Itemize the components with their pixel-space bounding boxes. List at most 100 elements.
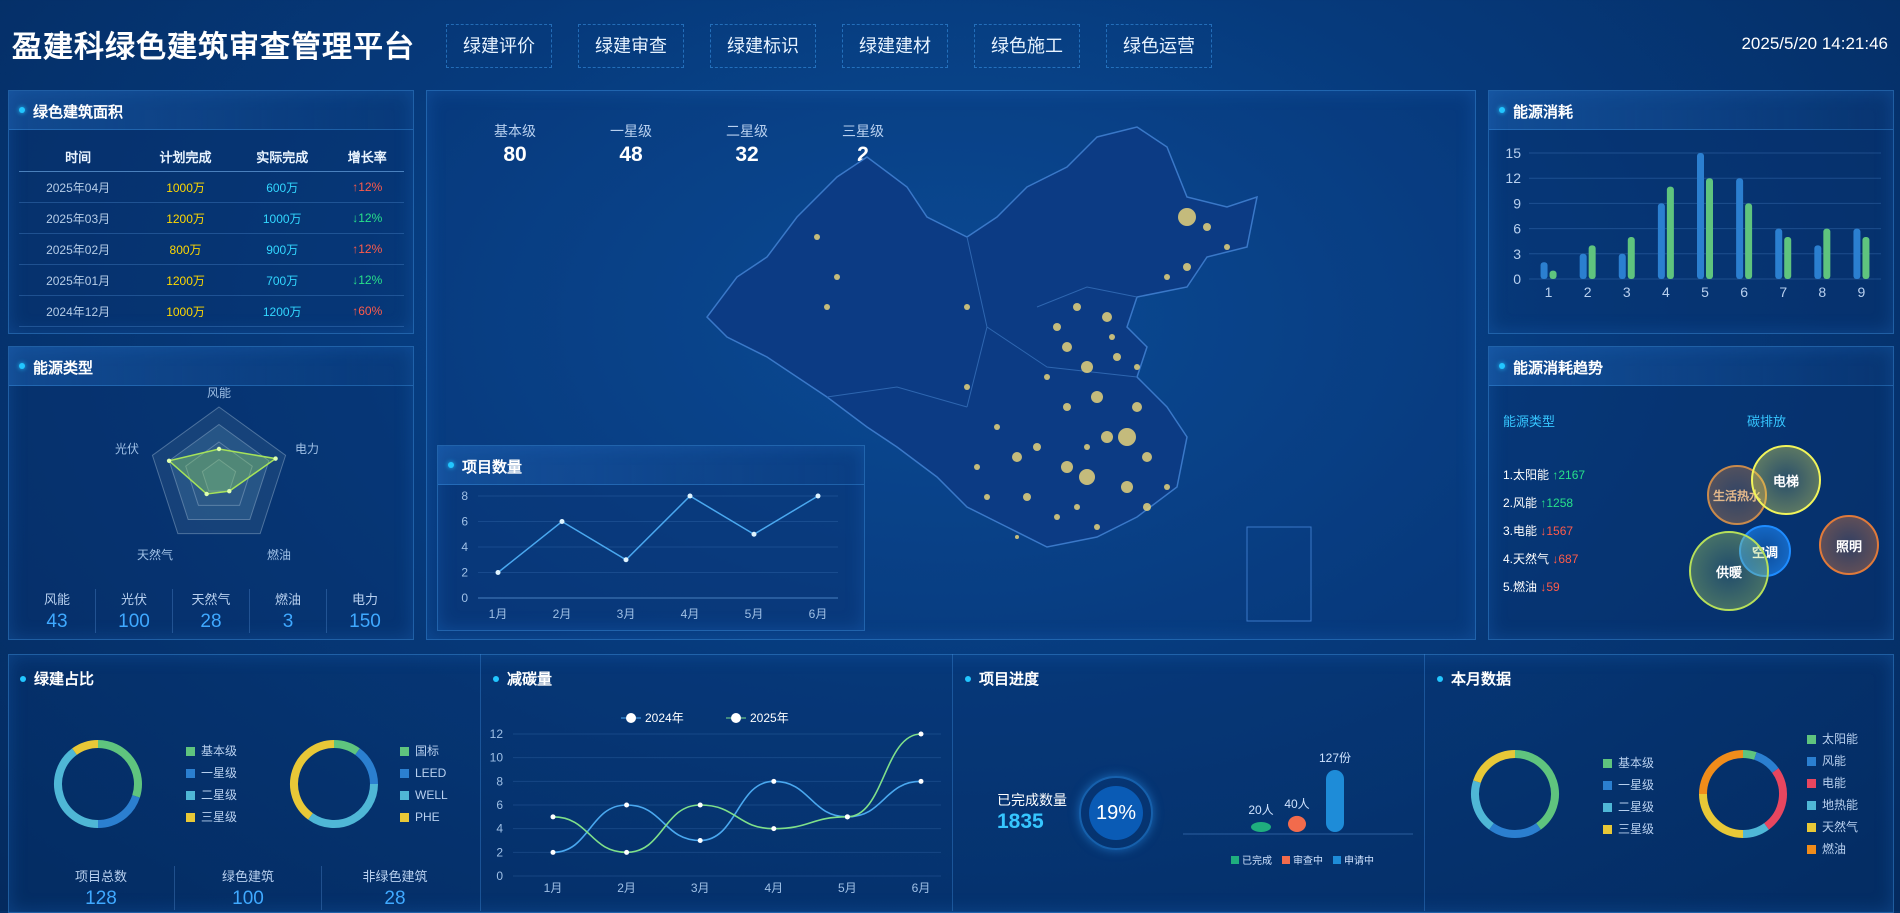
bubble-heating[interactable]: 供暖: [1689, 531, 1769, 611]
legend-swatch: [1807, 823, 1816, 832]
map-marker: [1203, 223, 1211, 231]
data-point: [918, 731, 924, 737]
radar-axis-label: 电力: [295, 442, 319, 456]
map-marker: [1113, 353, 1121, 361]
energy-stats: 风能 43 光伏 100 天然气 28 燃油 3 电力 150: [19, 589, 403, 633]
radar-chart: 风能 电力 燃油 天然气 光伏: [115, 387, 319, 562]
donut-slice: [1742, 750, 1757, 760]
y-tick-label: 3: [1513, 246, 1521, 262]
panel-title: 项目数量: [462, 459, 523, 476]
bar: [1579, 253, 1587, 279]
legend: 基本级 一星级 二星级 三星级: [186, 740, 237, 828]
nav-tab-3[interactable]: 绿建建材: [842, 24, 948, 68]
stat-item: 光伏 100: [95, 589, 172, 633]
legend-swatch: [1603, 781, 1612, 790]
stat-value: 28: [200, 611, 222, 632]
legend-item: WELL: [400, 784, 448, 806]
map-marker: [1074, 504, 1080, 510]
bubble-elevator[interactable]: 电梯: [1751, 445, 1821, 515]
data-point: [495, 570, 501, 575]
cell-plan: 800万: [137, 233, 234, 265]
map-marker: [1012, 452, 1022, 462]
datetime: 2025/5/20 14:21:46: [1741, 34, 1888, 53]
stat-value: 28: [384, 888, 406, 909]
map-marker: [1183, 263, 1191, 271]
nav-tab-4[interactable]: 绿色施工: [974, 24, 1080, 68]
radar-axis-label: 天然气: [137, 547, 173, 562]
map-marker: [1164, 274, 1170, 280]
y-tick-label: 12: [490, 727, 504, 741]
radar-point: [273, 456, 278, 461]
legend-swatch: [400, 747, 409, 756]
map-marker: [1132, 402, 1142, 412]
map-marker: [1033, 443, 1041, 451]
x-tick-label: 5月: [745, 607, 764, 621]
table-row: 2025年04月 1000万 600万 ↑12%: [19, 171, 404, 203]
stat-item: 风能 43: [19, 589, 95, 633]
table-row: 2025年01月 1200万 700万 ↓12%: [19, 264, 404, 296]
map-marker: [834, 274, 840, 280]
progress-label: 20人: [1248, 803, 1273, 817]
bubble-lighting[interactable]: 照明: [1819, 515, 1879, 575]
legend-swatch: [1603, 825, 1612, 834]
table-row: 2025年02月 800万 900万 ↑12%: [19, 233, 404, 265]
nav-tab-1[interactable]: 绿建审查: [578, 24, 684, 68]
south-sea-inset: [1246, 526, 1312, 622]
map-marker: [1118, 428, 1136, 446]
donut-slice: [72, 740, 99, 756]
legend-item: 二星级: [1603, 796, 1654, 818]
table-header: 增长率: [330, 141, 404, 172]
progress-bar: [1251, 822, 1271, 832]
x-tick-label: 1: [1545, 284, 1553, 300]
y-tick-label: 6: [496, 798, 503, 812]
map-marker: [1023, 493, 1031, 501]
map-marker: [1091, 391, 1103, 403]
bar: [1775, 228, 1783, 279]
nav-tab-0[interactable]: 绿建评价: [446, 24, 552, 68]
y-tick-label: 0: [1513, 271, 1521, 287]
legend-item: 基本级: [1603, 752, 1654, 774]
bar: [1618, 253, 1626, 279]
bar: [1862, 237, 1870, 279]
x-tick-label: 4: [1662, 284, 1670, 300]
progress-bar: [1288, 815, 1306, 832]
legend-item: 天然气: [1807, 816, 1858, 838]
done-value: 1835: [997, 810, 1044, 833]
y-tick-label: 0: [461, 591, 468, 605]
map-marker: [1054, 514, 1060, 520]
legend-label: 2025年: [750, 711, 789, 725]
bar: [1588, 245, 1596, 279]
level-item: 基本级 80: [457, 121, 573, 167]
donut-slice: [97, 794, 140, 828]
x-tick-label: 6月: [809, 607, 828, 621]
map-marker: [1044, 374, 1050, 380]
map-marker: [1073, 303, 1081, 311]
bar: [1706, 178, 1713, 279]
legend-swatch: [1807, 757, 1816, 766]
map-marker: [1063, 403, 1071, 411]
title-dot-icon: [1437, 676, 1443, 682]
bar: [1853, 228, 1861, 279]
bar: [1540, 262, 1548, 279]
y-tick-label: 8: [461, 489, 468, 503]
nav-tab-2[interactable]: 绿建标识: [710, 24, 816, 68]
stat-item: 电力 150: [326, 589, 403, 633]
list-item: 3.电能 ↓1567: [1503, 524, 1574, 538]
y-tick-label: 4: [461, 540, 468, 554]
radar-point: [227, 488, 232, 494]
nav-tab-5[interactable]: 绿色运营: [1106, 24, 1212, 68]
stat-item: 天然气 28: [172, 589, 249, 633]
map-marker: [1094, 524, 1100, 530]
panel-title: 项目进度: [979, 671, 1040, 688]
cell-plan: 1200万: [137, 202, 234, 234]
cell-plan: 1000万: [137, 171, 234, 203]
data-point: [550, 849, 556, 855]
legend-swatch: [400, 769, 409, 778]
map-marker: [1015, 535, 1019, 539]
bar: [1666, 186, 1674, 279]
legend-item: 基本级: [186, 740, 237, 762]
stat-value: 100: [232, 888, 264, 909]
legend-swatch: [1807, 845, 1816, 854]
area-table: 时间 计划完成 实际完成 增长率 2025年04月 1000万 600万 ↑12…: [19, 141, 404, 327]
map-marker: [1143, 503, 1151, 511]
